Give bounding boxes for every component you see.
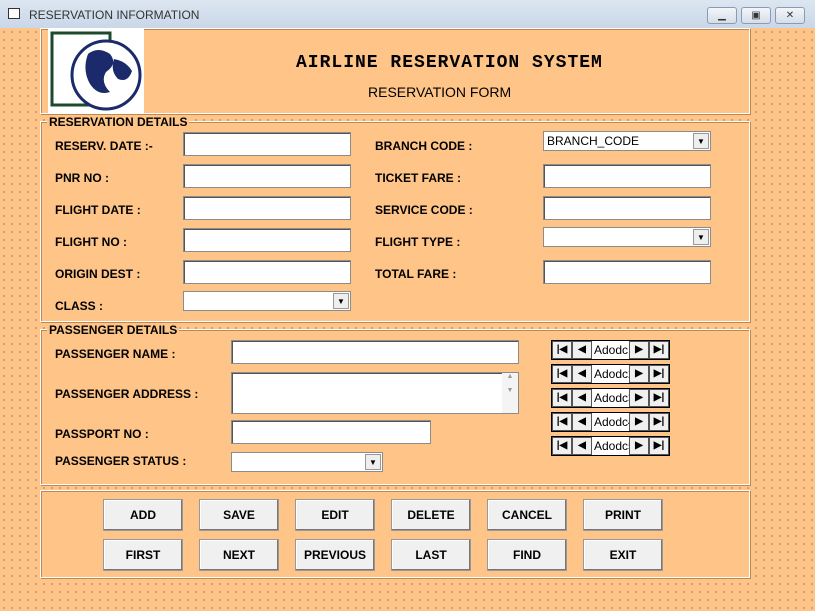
reservation-details-legend: RESERVATION DETAILS xyxy=(47,115,190,129)
passenger-name-label: PASSENGER NAME : xyxy=(55,347,176,361)
adodc-control: |◀◀Adodc1▶▶| xyxy=(551,340,670,360)
passport-no-input[interactable] xyxy=(231,420,431,444)
minimize-button[interactable]: ▁ xyxy=(707,7,737,24)
last-record-icon[interactable]: ▶| xyxy=(649,365,669,383)
adodc-control: |◀◀Adodc5▶▶| xyxy=(551,436,670,456)
header-panel: AIRLINE RESERVATION SYSTEM RESERVATION F… xyxy=(40,28,750,114)
prev-record-icon[interactable]: ◀ xyxy=(572,413,592,431)
pnr-no-label: PNR NO : xyxy=(55,171,109,185)
next-record-icon[interactable]: ▶ xyxy=(629,413,649,431)
class-select[interactable]: ▼ xyxy=(183,291,351,311)
next-record-icon[interactable]: ▶ xyxy=(629,341,649,359)
last-record-icon[interactable]: ▶| xyxy=(649,413,669,431)
first-record-icon[interactable]: |◀ xyxy=(552,389,572,407)
find-button[interactable]: FIND xyxy=(487,539,567,571)
first-record-icon[interactable]: |◀ xyxy=(552,365,572,383)
delete-button[interactable]: DELETE xyxy=(391,499,471,531)
adodc-caption: Adodc1 xyxy=(594,343,629,357)
chevron-down-icon[interactable]: ▼ xyxy=(693,133,709,149)
passenger-status-label: PASSENGER STATUS : xyxy=(55,454,187,468)
app-title: AIRLINE RESERVATION SYSTEM xyxy=(296,53,603,73)
pnr-no-input[interactable] xyxy=(183,164,351,188)
origin-dest-input[interactable] xyxy=(183,260,351,284)
chevron-down-icon[interactable]: ▼ xyxy=(365,454,381,470)
save-button[interactable]: SAVE xyxy=(199,499,279,531)
flight-no-input[interactable] xyxy=(183,228,351,252)
flight-date-input[interactable] xyxy=(183,196,351,220)
passenger-address-label: PASSENGER ADDRESS : xyxy=(55,387,199,401)
next-button[interactable]: NEXT xyxy=(199,539,279,571)
first-button[interactable]: FIRST xyxy=(103,539,183,571)
prev-record-icon[interactable]: ◀ xyxy=(572,365,592,383)
last-button[interactable]: LAST xyxy=(391,539,471,571)
first-record-icon[interactable]: |◀ xyxy=(552,341,572,359)
reserv-date-label: RESERV. DATE :- xyxy=(55,139,153,153)
class-label: CLASS : xyxy=(55,299,103,313)
service-code-input[interactable] xyxy=(543,196,711,220)
adodc-control: |◀◀Adodc4▶▶| xyxy=(551,412,670,432)
next-record-icon[interactable]: ▶ xyxy=(629,389,649,407)
chevron-down-icon[interactable]: ▼ xyxy=(693,229,709,245)
reserv-date-input[interactable] xyxy=(183,132,351,156)
passenger-status-select[interactable]: ▼ xyxy=(231,452,383,472)
branch-code-value: BRANCH_CODE xyxy=(547,134,640,148)
next-record-icon[interactable]: ▶ xyxy=(629,437,649,455)
window-title: RESERVATION INFORMATION xyxy=(29,8,200,22)
scrollbar[interactable]: ▲ ▼ xyxy=(502,373,518,413)
first-record-icon[interactable]: |◀ xyxy=(552,413,572,431)
adodc-caption: Adodc3 xyxy=(594,391,629,405)
ticket-fare-label: TICKET FARE : xyxy=(375,171,461,185)
flight-type-label: FLIGHT TYPE : xyxy=(375,235,461,249)
branch-code-label: BRANCH CODE : xyxy=(375,139,473,153)
first-record-icon[interactable]: |◀ xyxy=(552,437,572,455)
form-subtitle: RESERVATION FORM xyxy=(368,84,512,100)
edit-button[interactable]: EDIT xyxy=(295,499,375,531)
total-fare-label: TOTAL FARE : xyxy=(375,267,457,281)
flight-type-select[interactable]: ▼ xyxy=(543,227,711,247)
total-fare-input[interactable] xyxy=(543,260,711,284)
adodc-control: |◀◀Adodc3▶▶| xyxy=(551,388,670,408)
close-button[interactable]: ✕ xyxy=(775,7,805,24)
ticket-fare-input[interactable] xyxy=(543,164,711,188)
cancel-button[interactable]: CANCEL xyxy=(487,499,567,531)
flight-date-label: FLIGHT DATE : xyxy=(55,203,141,217)
flight-no-label: FLIGHT NO : xyxy=(55,235,127,249)
form-area: AIRLINE RESERVATION SYSTEM RESERVATION F… xyxy=(0,28,815,611)
service-code-label: SERVICE CODE : xyxy=(375,203,473,217)
print-button[interactable]: PRINT xyxy=(583,499,663,531)
prev-record-icon[interactable]: ◀ xyxy=(572,437,592,455)
passenger-address-textarea[interactable]: ▲ ▼ xyxy=(231,372,519,414)
adodc-caption: Adodc2 xyxy=(594,367,629,381)
title-bar: RESERVATION INFORMATION ▁ ▣ ✕ xyxy=(0,0,815,28)
prev-record-icon[interactable]: ◀ xyxy=(572,389,592,407)
adodc-control: |◀◀Adodc2▶▶| xyxy=(551,364,670,384)
exit-button[interactable]: EXIT xyxy=(583,539,663,571)
last-record-icon[interactable]: ▶| xyxy=(649,341,669,359)
maximize-button[interactable]: ▣ xyxy=(741,7,771,24)
origin-dest-label: ORIGIN DEST : xyxy=(55,267,141,281)
adodc-caption: Adodc5 xyxy=(594,439,629,453)
previous-button[interactable]: PREVIOUS xyxy=(295,539,375,571)
passport-no-label: PASSPORT NO : xyxy=(55,427,149,441)
add-button[interactable]: ADD xyxy=(103,499,183,531)
chevron-down-icon[interactable]: ▼ xyxy=(333,293,349,309)
app-icon xyxy=(8,8,20,19)
branch-code-select[interactable]: BRANCH_CODE ▼ xyxy=(543,131,711,151)
globe-logo xyxy=(48,29,144,113)
prev-record-icon[interactable]: ◀ xyxy=(572,341,592,359)
passenger-name-input[interactable] xyxy=(231,340,519,364)
last-record-icon[interactable]: ▶| xyxy=(649,437,669,455)
adodc-caption: Adodc4 xyxy=(594,415,629,429)
last-record-icon[interactable]: ▶| xyxy=(649,389,669,407)
passenger-details-legend: PASSENGER DETAILS xyxy=(47,323,180,337)
next-record-icon[interactable]: ▶ xyxy=(629,365,649,383)
